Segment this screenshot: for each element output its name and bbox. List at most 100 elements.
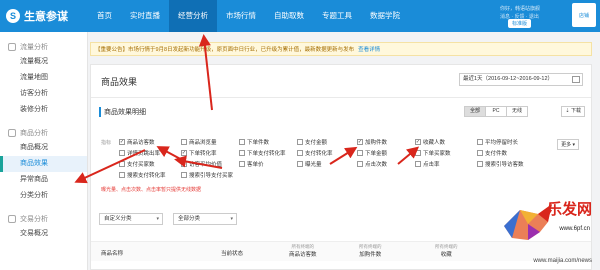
select-value: 全部分类: [178, 216, 201, 222]
device-tab[interactable]: 无线: [506, 106, 528, 117]
metric-checkbox[interactable]: ✓ 加购件数: [357, 138, 387, 146]
header-label: 商品访客数: [289, 252, 317, 258]
nav-item[interactable]: 实时直播: [121, 0, 169, 32]
sidebar-item[interactable]: 流量地图: [0, 70, 87, 86]
header-sublabel: 所有终端的: [359, 244, 382, 249]
watermark-title: 乐发网: [546, 200, 592, 218]
sidebar-group-label: 流量分析: [20, 44, 48, 51]
more-button[interactable]: 更多 ▾: [557, 139, 579, 150]
metric-label: 加购件数: [365, 140, 388, 146]
metric-checkbox[interactable]: 访客平均价值: [181, 160, 222, 168]
checkmark-icon: ✓: [181, 150, 187, 156]
checkbox-icon: [119, 172, 125, 178]
checkbox-icon: [357, 161, 363, 167]
watermark: 乐发网 www.6pf.cn www.maijia.com/news: [498, 192, 594, 266]
user-greeting: 你好，韩语站旗舰: [500, 6, 541, 12]
metric-checkbox[interactable]: 下单件数: [239, 138, 269, 146]
notice-link[interactable]: 查看详情: [358, 45, 380, 53]
sidebar-item[interactable]: 分类分析: [0, 188, 87, 204]
date-range-picker[interactable]: 最近1天（2016-09-12~2016-09-12）: [459, 73, 583, 86]
page-title: 商品效果: [101, 77, 138, 87]
table-header-cell[interactable]: 所有终端的商品访客数: [289, 244, 317, 258]
device-tab[interactable]: PC: [485, 106, 507, 117]
metric-checkbox[interactable]: 客单价: [239, 160, 264, 168]
sidebar-item[interactable]: 商品概况: [0, 140, 87, 156]
metric-checkbox[interactable]: 搜索引导支付买家: [181, 171, 233, 179]
user-area: 你好，韩语站旗舰 消息 · 反馈 · 退出 标准版 店铺: [496, 3, 596, 29]
metric-checkbox[interactable]: 支付转化率: [297, 149, 333, 157]
header-label: 收藏: [440, 252, 452, 258]
checkbox-icon: [181, 139, 187, 145]
sidebar-group[interactable]: 商品分析: [0, 126, 87, 140]
metric-label: 搜索引导访客数: [485, 162, 524, 168]
metric-checkbox[interactable]: ✓ 商品访客数: [119, 138, 155, 146]
version-button[interactable]: 标准版: [508, 19, 532, 28]
metric-checkbox[interactable]: 点击率: [415, 160, 440, 168]
nav-item[interactable]: 市场行情: [217, 0, 265, 32]
nav-item[interactable]: 专题工具: [313, 0, 361, 32]
checkbox-icon: [239, 161, 245, 167]
table-header-cell[interactable]: 所有终端的 收藏: [435, 244, 458, 258]
chevron-down-icon: ▾: [230, 216, 233, 222]
metric-label: 详情页跳出率: [127, 151, 161, 157]
nav-item[interactable]: 数据学院: [361, 0, 409, 32]
metric-checkbox[interactable]: 支付件数: [477, 149, 507, 157]
all-category-select[interactable]: 全部分类 ▾: [173, 213, 237, 225]
metric-checkbox[interactable]: 搜索支付转化率: [119, 171, 166, 179]
metric-label: 下单转化率: [189, 151, 217, 157]
date-range-text: 最近1天（2016-09-12~2016-09-12）: [463, 76, 554, 82]
header-label: 加购件数: [359, 252, 382, 258]
sidebar-item[interactable]: 装修分析: [0, 102, 87, 118]
metric-checkbox[interactable]: 商品浏览量: [181, 138, 217, 146]
nav-item[interactable]: 自助取数: [265, 0, 313, 32]
metric-label: 搜索支付转化率: [127, 173, 166, 179]
table-header-cell[interactable]: 当前状态: [221, 249, 243, 257]
group-icon: [8, 129, 16, 137]
checkbox-icon: [297, 161, 303, 167]
checkbox-icon: [477, 139, 483, 145]
metric-checkbox[interactable]: 支付买家数: [119, 160, 155, 168]
sidebar-item[interactable]: 商品效果: [0, 156, 87, 172]
brand-logo[interactable]: S 生意参谋: [0, 8, 88, 24]
checkbox-icon: [297, 139, 303, 145]
nav-item[interactable]: 首页: [88, 0, 121, 32]
sidebar-group[interactable]: 交易分析: [0, 212, 87, 226]
checkbox-icon: [119, 150, 125, 156]
metric-checkbox[interactable]: ✓ 下单转化率: [181, 149, 217, 157]
checkbox-icon: [357, 150, 363, 156]
nav-item[interactable]: 经营分析: [169, 0, 217, 32]
metric-label: 支付转化率: [305, 151, 333, 157]
metric-label: 支付件数: [485, 151, 508, 157]
table-header-cell[interactable]: 所有终端的 加购件数: [359, 244, 382, 258]
sidebar-item[interactable]: 流量概况: [0, 54, 87, 70]
download-button[interactable]: ⇣ 下载: [561, 106, 585, 117]
metric-checkbox[interactable]: 下单买家数: [415, 149, 451, 157]
sidebar-item[interactable]: 访客分析: [0, 86, 87, 102]
avatar[interactable]: 店铺: [572, 3, 596, 27]
sidebar-item[interactable]: 交易概况: [0, 226, 87, 242]
device-tab[interactable]: 全部: [464, 106, 486, 117]
metric-checkbox[interactable]: 搜索引导访客数: [477, 160, 524, 168]
metric-checkbox[interactable]: ✓ 收藏人数: [415, 138, 445, 146]
metric-label: 曝光量: [305, 162, 322, 168]
metric-checkbox[interactable]: 下单支付转化率: [239, 149, 286, 157]
custom-category-select[interactable]: 自定义分类 ▾: [99, 213, 163, 225]
metric-checkbox[interactable]: 平均停留时长: [477, 138, 518, 146]
table-header-cell[interactable]: 商品名称: [101, 249, 123, 257]
metric-checkbox[interactable]: 支付金额: [297, 138, 327, 146]
header-sublabel: 所有终端的: [291, 244, 315, 249]
checkmark-icon: ✓: [415, 139, 421, 145]
metric-checkbox[interactable]: 详情页跳出率: [119, 149, 160, 157]
brand-name: 生意参谋: [24, 11, 68, 23]
checkbox-icon: [181, 172, 187, 178]
header-label: 当前状态: [221, 251, 244, 257]
sidebar-group[interactable]: 流量分析: [0, 40, 87, 54]
main-nav: 首页 实时直播 经营分析 市场行情 自助取数 专题工具 数据学院: [88, 0, 409, 32]
sidebar-item[interactable]: 异常商品: [0, 172, 87, 188]
metric-checkbox[interactable]: 点击次数: [357, 160, 387, 168]
chevron-down-icon: ▾: [156, 216, 159, 222]
checkbox-icon: [477, 161, 483, 167]
metric-checkbox[interactable]: 下单金额: [357, 149, 387, 157]
metric-checkbox[interactable]: 曝光量: [297, 160, 322, 168]
chevron-down-icon: ▾: [572, 142, 575, 148]
